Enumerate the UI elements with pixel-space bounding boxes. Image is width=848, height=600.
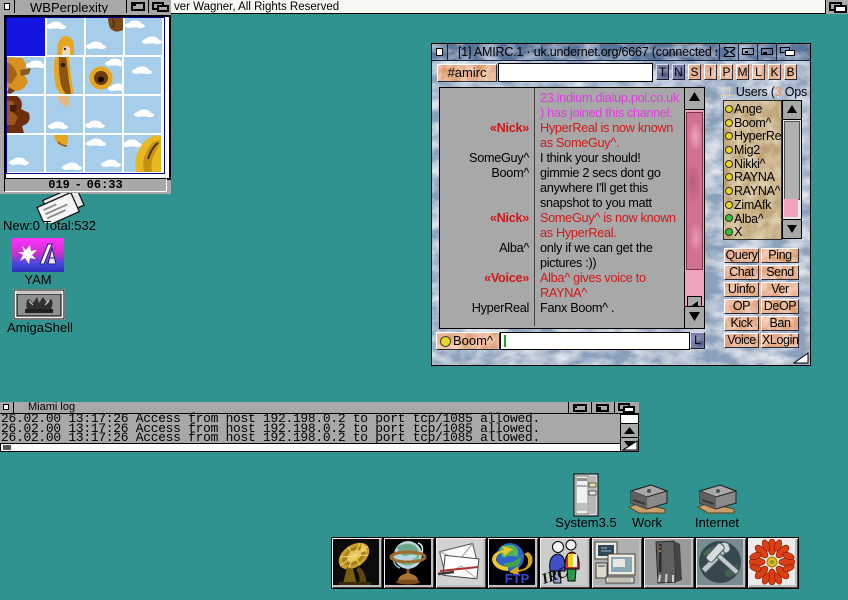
svg-text:FTP: FTP [505,571,530,585]
